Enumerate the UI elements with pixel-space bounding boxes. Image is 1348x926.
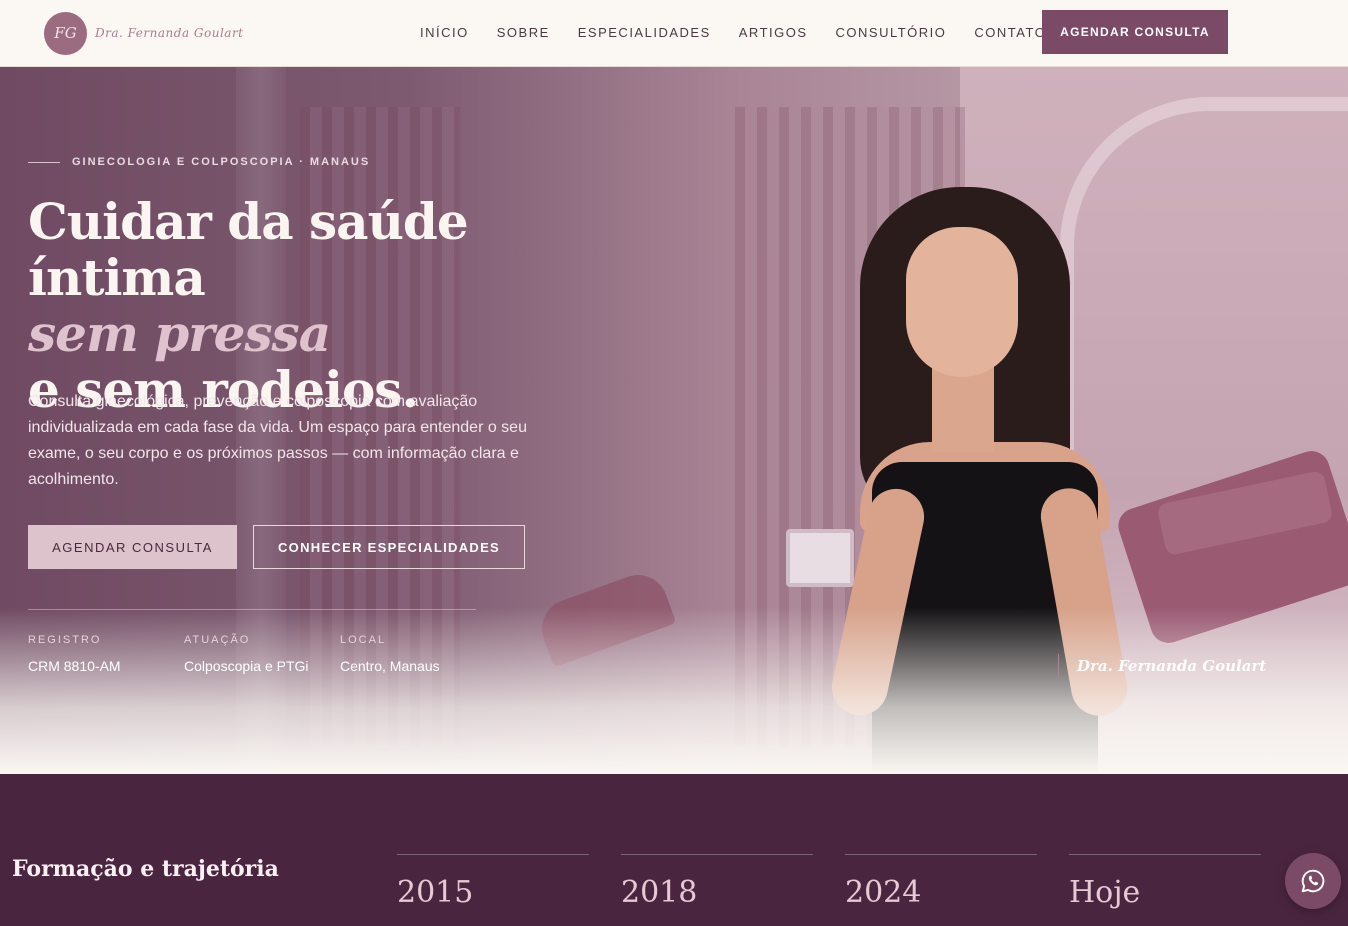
eyebrow-line xyxy=(28,161,60,163)
timeline-columns: 2015 2018 2024 Hoje xyxy=(397,854,1261,910)
menu-item-sobre[interactable]: SOBRE xyxy=(483,25,564,40)
timeline-year: 2024 xyxy=(845,875,922,910)
career-timeline: Formação e trajetória 2015 2018 2024 Hoj… xyxy=(0,774,1348,926)
doctor-signature: Dra. Fernanda Goulart xyxy=(1058,654,1266,678)
logo-signature: Dra. Fernanda Goulart xyxy=(95,26,244,40)
main-menu: INÍCIO SOBRE ESPECIALIDADES ARTIGOS CONS… xyxy=(406,0,1060,64)
fact-label: REGISTRO xyxy=(28,634,102,646)
hero-title-line1: Cuidar da saúde íntima xyxy=(28,192,469,307)
hero-title: Cuidar da saúde íntima sem pressa e sem … xyxy=(28,194,628,418)
timeline-item: 2015 xyxy=(397,854,589,910)
hero-fade xyxy=(0,607,1348,774)
whatsapp-button[interactable] xyxy=(1285,853,1341,909)
timeline-item: 2018 xyxy=(621,854,813,910)
timeline-year: 2015 xyxy=(397,875,474,910)
fact-value: CRM 8810-AM xyxy=(28,658,121,674)
nav-schedule-button[interactable]: AGENDAR CONSULTA xyxy=(1042,10,1228,54)
hero-schedule-button[interactable]: AGENDAR CONSULTA xyxy=(28,525,237,569)
hero-section: GINECOLOGIA E COLPOSCOPIA · MANAUS Cuida… xyxy=(0,67,1348,774)
portrait-face xyxy=(906,227,1018,377)
fact-local: LOCAL Centro, Manaus xyxy=(340,634,496,674)
timeline-item: Hoje xyxy=(1069,854,1261,910)
fact-registro: REGISTRO CRM 8810-AM xyxy=(28,634,184,674)
top-navbar: FG Dra. Fernanda Goulart INÍCIO SOBRE ES… xyxy=(0,0,1348,67)
menu-item-consultorio[interactable]: CONSULTÓRIO xyxy=(822,25,961,40)
fact-label: LOCAL xyxy=(340,634,387,646)
fact-value: Centro, Manaus xyxy=(340,658,440,674)
eyebrow-text: GINECOLOGIA E COLPOSCOPIA · MANAUS xyxy=(72,156,371,168)
timeline-title: Formação e trajetória xyxy=(12,856,279,882)
fact-label: ATUAÇÃO xyxy=(184,634,251,646)
site-logo[interactable]: FG Dra. Fernanda Goulart xyxy=(44,11,244,55)
logo-monogram: FG xyxy=(44,11,87,55)
fact-atuacao: ATUAÇÃO Colposcopia e PTGi xyxy=(184,634,340,674)
timeline-year: 2018 xyxy=(621,875,698,910)
hero-specialties-button[interactable]: CONHECER ESPECIALIDADES xyxy=(253,525,525,569)
hero-description: Consulta ginecológica, prevenção e colpo… xyxy=(28,393,527,488)
menu-item-artigos[interactable]: ARTIGOS xyxy=(725,25,822,40)
hero-eyebrow: GINECOLOGIA E COLPOSCOPIA · MANAUS xyxy=(28,156,370,168)
whatsapp-icon xyxy=(1301,869,1325,893)
hero-divider xyxy=(28,609,476,610)
timeline-item: 2024 xyxy=(845,854,1037,910)
menu-item-especialidades[interactable]: ESPECIALIDADES xyxy=(564,25,725,40)
hero-title-line2: sem pressa xyxy=(28,304,331,363)
timeline-year: Hoje xyxy=(1069,875,1141,910)
menu-item-inicio[interactable]: INÍCIO xyxy=(406,25,483,40)
fact-value: Colposcopia e PTGi xyxy=(184,658,309,674)
hero-facts: REGISTRO CRM 8810-AM ATUAÇÃO Colposcopia… xyxy=(28,634,496,674)
